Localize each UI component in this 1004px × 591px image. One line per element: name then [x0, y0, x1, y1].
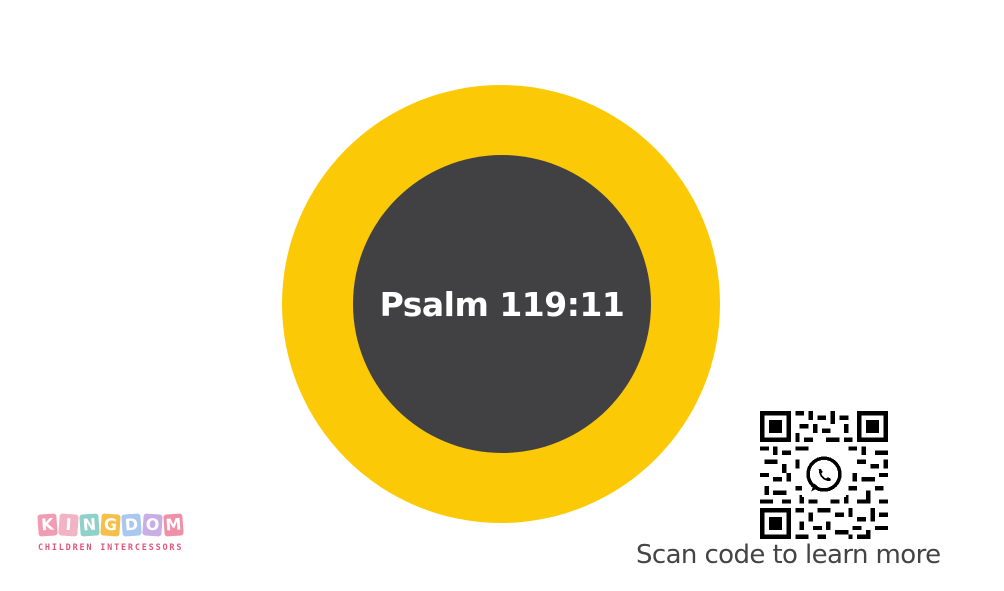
whatsapp-icon [801, 452, 847, 498]
qr-code[interactable] [760, 411, 888, 539]
logo-letter: D [121, 513, 142, 537]
logo-letter: K [37, 513, 58, 537]
logo-letter: I [58, 513, 79, 537]
logo-letters: KINGDOM [37, 513, 218, 537]
logo-letter: M [163, 513, 184, 537]
logo-letter: G [100, 513, 121, 537]
center-disc: Psalm 119:11 [353, 155, 651, 453]
logo-tagline: CHILDREN INTERCESSORS [38, 543, 184, 553]
verse-reference: Psalm 119:11 [379, 284, 625, 324]
scan-caption: Scan code to learn more [636, 540, 941, 570]
kingdom-logo: KINGDOM CHILDREN INTERCESSORS [37, 513, 218, 562]
logo-letter: O [142, 513, 163, 537]
logo-letter: N [79, 513, 100, 537]
